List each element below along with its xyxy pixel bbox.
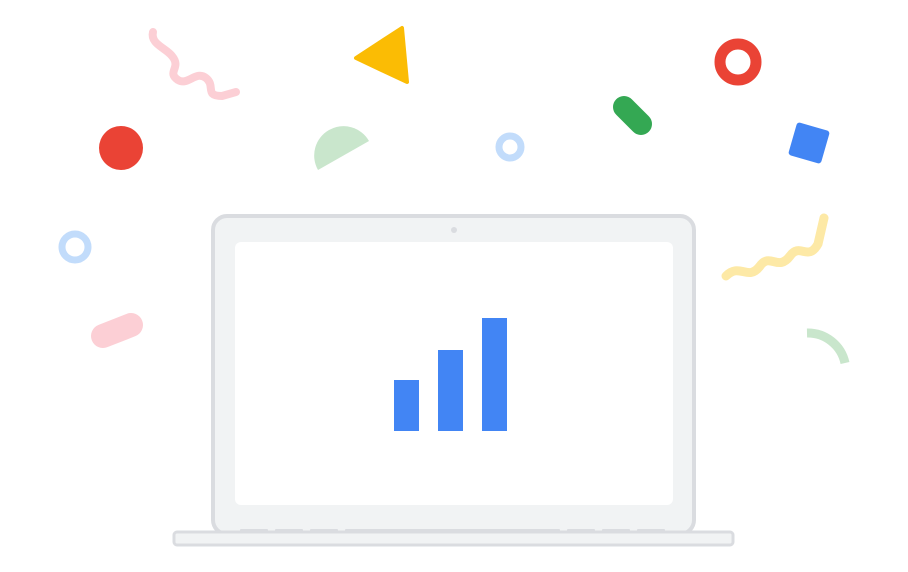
light-blue-ring-shape	[58, 230, 92, 264]
pink-pill-shape	[91, 313, 143, 348]
chart-bar	[482, 318, 507, 431]
chart-bar	[394, 380, 419, 431]
green-arc-shape	[806, 328, 850, 365]
green-half-circle-shape	[314, 126, 369, 170]
camera-icon	[451, 227, 457, 233]
red-ring-shape	[714, 38, 762, 86]
pink-squiggle-shape	[148, 28, 240, 100]
yellow-triangle-shape	[354, 26, 409, 84]
green-pill-shape	[613, 96, 652, 135]
chart-bar	[438, 350, 463, 431]
laptop	[172, 214, 735, 547]
red-circle-shape	[99, 126, 143, 170]
yellow-squiggle-shape	[721, 213, 829, 281]
illustration	[0, 0, 908, 572]
blue-ring-shape	[495, 132, 525, 162]
illustration-canvas	[58, 26, 850, 547]
blue-square-shape	[788, 122, 830, 164]
laptop-base	[172, 530, 735, 547]
